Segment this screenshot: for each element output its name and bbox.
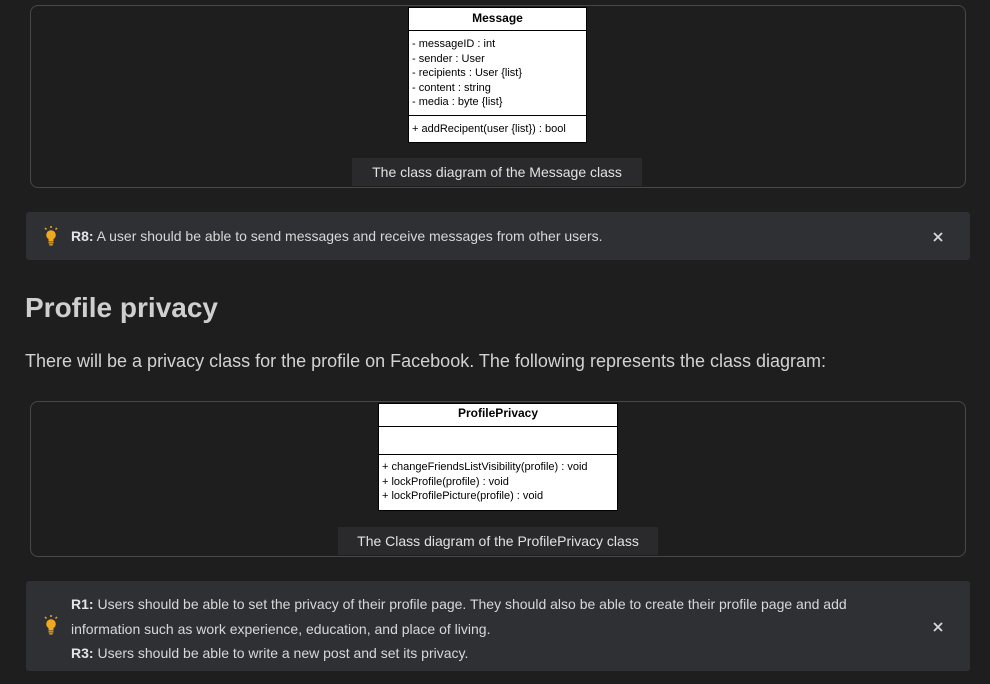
uml-attributes-empty	[379, 427, 617, 455]
uml-methods: + changeFriendsListVisibility(profile) :…	[379, 455, 617, 508]
message-class-diagram: Message - messageID : int - sender : Use…	[408, 7, 587, 143]
figure-caption: The Class diagram of the ProfilePrivacy …	[338, 527, 658, 555]
profile-privacy-class-diagram: ProfilePrivacy + changeFriendsListVisibi…	[378, 403, 618, 511]
requirement-r1: R1: Users should be able to set the priv…	[71, 592, 881, 617]
requirement-label: R3:	[71, 645, 94, 661]
uml-method: + addRecipent(user {list}) : bool	[412, 122, 566, 135]
message-figure: Message - messageID : int - sender : Use…	[30, 5, 966, 188]
figure-caption: The class diagram of the Message class	[352, 158, 642, 186]
uml-attribute: - messageID : int	[412, 38, 496, 50]
uml-attribute: - recipients : User {list}	[412, 67, 523, 79]
close-icon[interactable]	[932, 230, 944, 242]
callout-text: R1: Users should be able to set the priv…	[71, 592, 881, 666]
lightbulb-icon	[44, 615, 58, 638]
uml-attribute: - content : string	[412, 81, 491, 94]
requirement-text: Users should be able to write a new post…	[93, 645, 469, 661]
requirement-callout-r1-r3: R1: Users should be able to set the priv…	[26, 581, 970, 671]
requirement-label: R8:	[71, 228, 94, 244]
uml-method: + changeFriendsListVisibility(profile) :…	[382, 461, 588, 473]
profile-privacy-figure: ProfilePrivacy + changeFriendsListVisibi…	[30, 401, 966, 557]
uml-attribute: - sender : User	[412, 52, 485, 65]
requirement-callout-r8: R8: A user should be able to send messag…	[26, 212, 970, 260]
requirement-label: R1:	[71, 596, 94, 612]
callout-text: R8: A user should be able to send messag…	[71, 228, 603, 244]
close-icon[interactable]	[932, 620, 944, 632]
uml-attribute: - media : byte {list}	[412, 96, 503, 108]
requirement-r1-continued: information such as work experience, edu…	[71, 620, 491, 637]
section-paragraph: There will be a privacy class for the pr…	[25, 351, 827, 371]
requirement-r3: R3: Users should be able to write a new …	[71, 641, 881, 666]
uml-method: + lockProfilePicture(profile) : void	[382, 490, 544, 502]
uml-attributes: - messageID : int - sender : User - reci…	[409, 31, 586, 116]
uml-class-name: ProfilePrivacy	[379, 404, 617, 427]
section-heading: Profile privacy	[25, 292, 218, 323]
uml-class-name: Message	[409, 8, 586, 31]
uml-methods: + addRecipent(user {list}) : bool	[409, 116, 586, 141]
uml-method: + lockProfile(profile) : void	[382, 475, 509, 488]
lightbulb-icon	[44, 226, 58, 249]
requirement-text: A user should be able to send messages a…	[93, 228, 603, 244]
requirement-text: Users should be able to set the privacy …	[93, 596, 847, 612]
